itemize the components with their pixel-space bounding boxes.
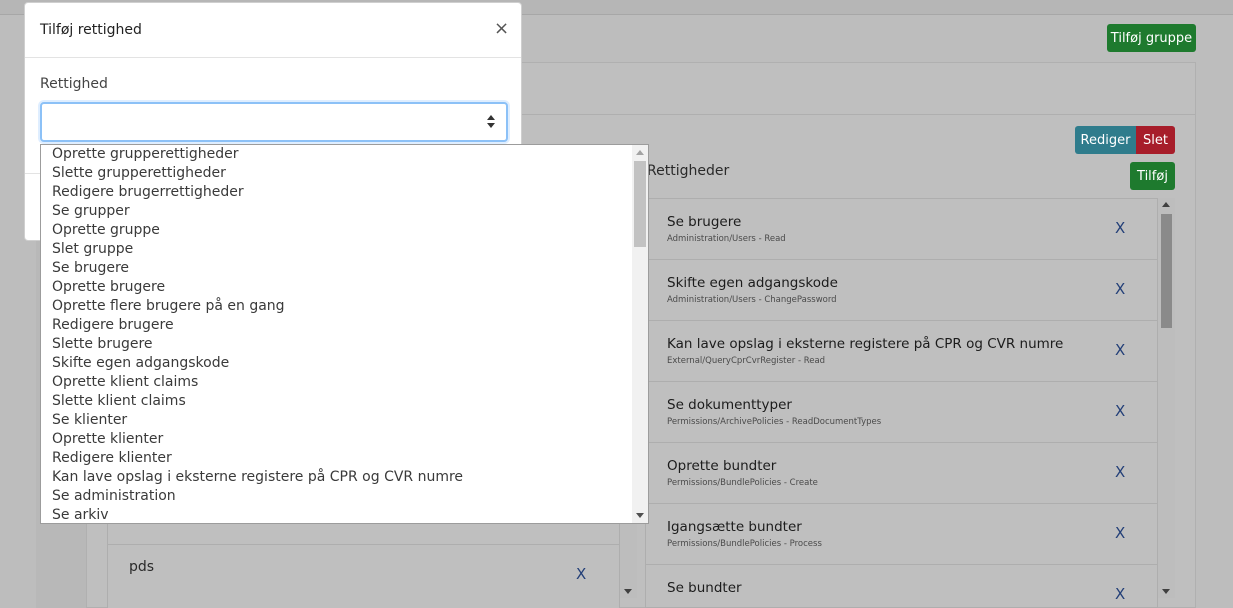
right-row: Se bundter X <box>646 565 1157 607</box>
option-item[interactable]: Oprette grupperettigheder <box>52 145 238 164</box>
right-key: Administration/Users - Read <box>667 234 786 244</box>
select-arrows-icon <box>486 115 496 129</box>
option-item[interactable]: Redigere brugere <box>52 316 174 335</box>
option-item[interactable]: Redigere klienter <box>52 449 172 468</box>
groups-list: pds X <box>107 520 620 608</box>
option-item[interactable]: Oprette flere brugere på en gang <box>52 297 285 316</box>
scroll-down-icon[interactable] <box>636 513 644 518</box>
groups-scrollbar[interactable] <box>620 520 637 598</box>
option-item[interactable]: Kan lave opslag i eksterne registere på … <box>52 468 463 487</box>
option-item[interactable]: Skifte egen adgangskode <box>52 354 229 373</box>
group-name[interactable]: pds <box>129 559 154 575</box>
option-item[interactable]: Se brugere <box>52 259 129 278</box>
dropdown-scrollbar[interactable] <box>632 145 648 523</box>
right-name: Skifte egen adgangskode <box>667 275 838 291</box>
option-item[interactable]: Oprette brugere <box>52 278 165 297</box>
remove-right-button[interactable]: X <box>1115 524 1125 542</box>
right-row: Kan lave opslag i eksterne registere på … <box>646 321 1157 382</box>
option-item[interactable]: Se klienter <box>52 411 127 430</box>
option-item[interactable]: Slette grupperettigheder <box>52 164 226 183</box>
scroll-thumb[interactable] <box>1161 214 1172 328</box>
option-item[interactable]: Redigere brugerrettigheder <box>52 183 244 202</box>
scroll-up-icon[interactable] <box>636 150 644 155</box>
right-name: Se dokumenttyper <box>667 397 792 413</box>
right-options-dropdown: Oprette grupperettigheder Slette grupper… <box>40 144 649 524</box>
remove-right-button[interactable]: X <box>1115 402 1125 420</box>
rights-panel-title: Rettigheder <box>647 163 730 179</box>
option-item[interactable]: Se arkiv <box>52 506 109 523</box>
edit-group-button[interactable]: Rediger <box>1075 126 1136 154</box>
option-item[interactable]: Se grupper <box>52 202 130 221</box>
rights-scrollbar[interactable] <box>1158 198 1175 598</box>
right-row: Skifte egen adgangskode Administration/U… <box>646 260 1157 321</box>
right-name: Oprette bundter <box>667 458 777 474</box>
right-key: Permissions/BundlePolicies - Create <box>667 478 818 488</box>
right-row: Se dokumenttyper Permissions/ArchivePoli… <box>646 382 1157 443</box>
right-name: Se bundter <box>667 580 742 596</box>
remove-right-button[interactable]: X <box>1115 463 1125 481</box>
add-right-button[interactable]: Tilføj <box>1130 162 1175 190</box>
remove-right-button[interactable]: X <box>1115 341 1125 359</box>
rights-list: Se brugere Administration/Users - Read X… <box>645 198 1158 608</box>
right-name: Se brugere <box>667 214 742 230</box>
modal-header: Tilføj rettighed × <box>25 3 521 58</box>
option-item[interactable]: Slette brugere <box>52 335 153 354</box>
right-row: Oprette bundter Permissions/BundlePolici… <box>646 443 1157 504</box>
option-item[interactable]: Oprette klient claims <box>52 373 198 392</box>
right-select[interactable] <box>40 102 508 142</box>
delete-group-button[interactable]: Slet <box>1136 126 1175 154</box>
right-key: Administration/Users - ChangePassword <box>667 295 837 305</box>
row-divider <box>108 544 619 545</box>
scroll-up-icon[interactable] <box>1162 202 1170 207</box>
right-key: Permissions/BundlePolicies - Process <box>667 539 822 549</box>
remove-right-button[interactable]: X <box>1115 219 1125 237</box>
modal-title: Tilføj rettighed <box>40 22 142 38</box>
close-icon[interactable]: × <box>494 20 509 38</box>
right-name: Igangsætte bundter <box>667 519 802 535</box>
remove-right-button[interactable]: X <box>1115 585 1125 603</box>
option-item[interactable]: Slette klient claims <box>52 392 186 411</box>
right-field-label: Rettighed <box>40 76 108 92</box>
right-row: Se brugere Administration/Users - Read X <box>646 199 1157 260</box>
scroll-down-icon[interactable] <box>1162 589 1170 594</box>
option-item[interactable]: Oprette gruppe <box>52 221 160 240</box>
scroll-thumb[interactable] <box>634 161 646 247</box>
option-item[interactable]: Slet gruppe <box>52 240 133 259</box>
right-row: Igangsætte bundter Permissions/BundlePol… <box>646 504 1157 565</box>
option-item[interactable]: Se administration <box>52 487 176 506</box>
scroll-down-icon[interactable] <box>624 589 632 594</box>
right-key: External/QueryCprCvrRegister - Read <box>667 356 826 366</box>
right-name: Kan lave opslag i eksterne registere på … <box>667 336 1064 352</box>
remove-right-button[interactable]: X <box>1115 280 1125 298</box>
option-item[interactable]: Oprette klienter <box>52 430 163 449</box>
remove-group-button[interactable]: X <box>576 565 586 583</box>
add-group-button[interactable]: Tilføj gruppe <box>1107 24 1196 52</box>
right-key: Permissions/ArchivePolicies - ReadDocume… <box>667 417 882 427</box>
